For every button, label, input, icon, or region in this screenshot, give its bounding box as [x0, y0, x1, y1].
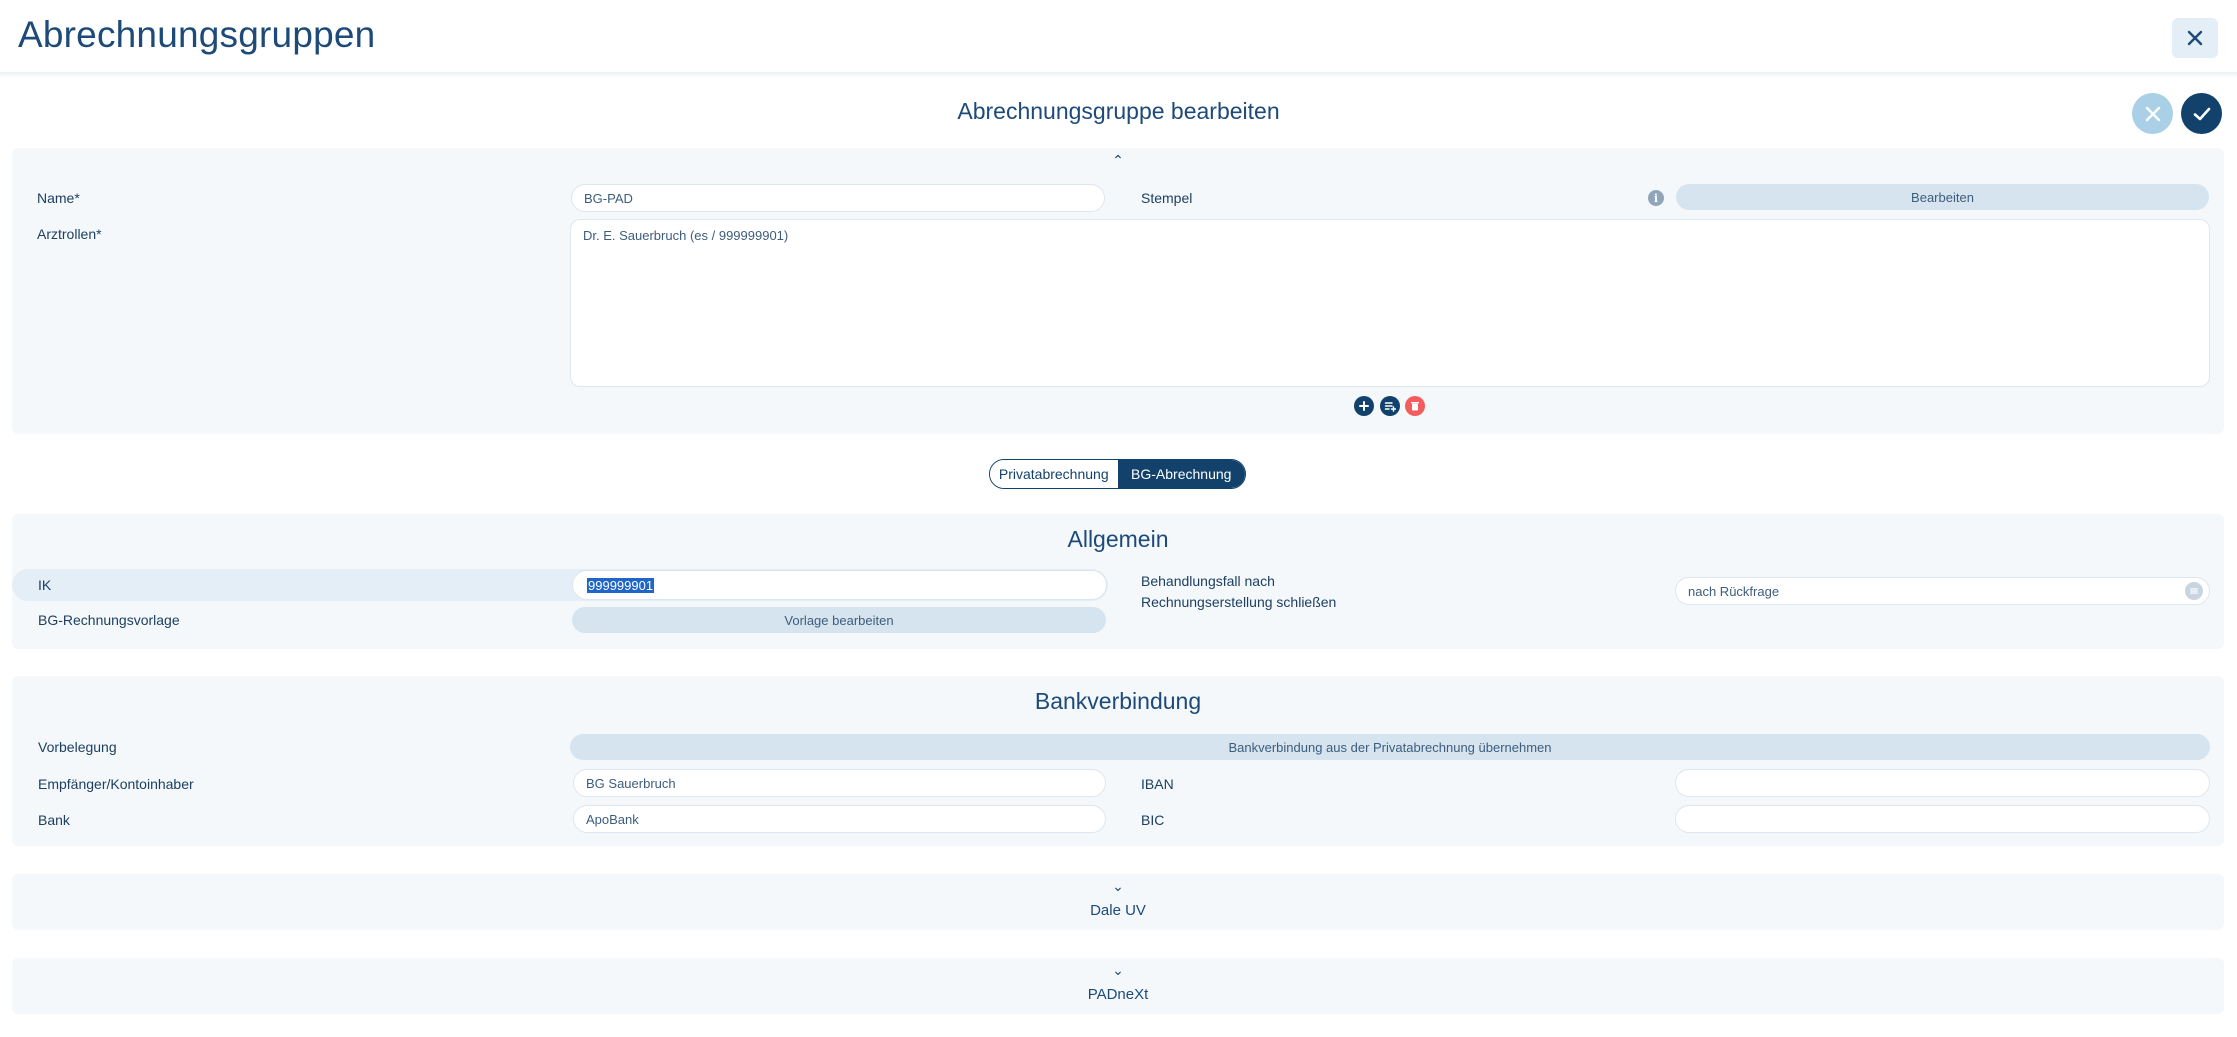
bank-label: Bank — [38, 812, 70, 828]
arztrollen-label: Arztrollen* — [37, 226, 102, 242]
copy-bank-details-button[interactable]: Bankverbindung aus der Privatabrechnung … — [570, 734, 2210, 760]
close-icon — [2187, 30, 2203, 46]
name-label: Name* — [37, 190, 80, 206]
empfaenger-value: BG Sauerbruch — [586, 775, 676, 791]
ik-field[interactable]: 999999901 — [573, 571, 1106, 599]
editor-title: Abrechnungsgruppe bearbeiten — [957, 98, 1280, 124]
collapse-section-chevron[interactable]: ⌃ — [12, 152, 2224, 169]
playlist-add-icon — [1384, 402, 1396, 412]
dale-uv-section[interactable]: ⌄ Dale UV — [12, 874, 2224, 930]
ik-value: 999999901 — [587, 577, 655, 593]
expand-chevron-icon[interactable]: ⌄ — [12, 878, 2224, 895]
allgemein-title: Allgemein — [1067, 526, 1169, 552]
padnext-section[interactable]: ⌄ PADneXt — [12, 958, 2224, 1014]
add-to-list-button[interactable] — [1380, 396, 1400, 416]
billing-type-toggle[interactable]: Privatabrechnung BG-Abrechnung — [989, 459, 1246, 489]
arztrolle-item[interactable]: Dr. E. Sauerbruch (es / 999999901) — [583, 228, 2197, 243]
dropdown-menu-icon[interactable] — [2185, 582, 2203, 600]
cancel-button[interactable] — [2132, 93, 2173, 134]
iban-field[interactable] — [1675, 769, 2210, 797]
padnext-title: PADneXt — [1087, 986, 1149, 1003]
name-value: BG-PAD — [584, 190, 633, 206]
cancel-icon — [2145, 106, 2160, 121]
dale-uv-title: Dale UV — [1090, 902, 1146, 919]
behandlungsfall-value: nach Rückfrage — [1688, 583, 1780, 599]
iban-label: IBAN — [1141, 776, 1174, 792]
name-field[interactable]: BG-PAD — [571, 184, 1105, 212]
add-arztrolle-button[interactable] — [1354, 396, 1374, 416]
empfaenger-label: Empfänger/Kontoinhaber — [38, 776, 194, 792]
empfaenger-field[interactable]: BG Sauerbruch — [573, 769, 1106, 797]
info-icon[interactable]: i — [1648, 190, 1664, 206]
delete-arztrolle-button[interactable] — [1405, 396, 1425, 416]
plus-icon — [1359, 401, 1369, 411]
save-button[interactable] — [2181, 93, 2222, 134]
arztrollen-list[interactable]: Dr. E. Sauerbruch (es / 999999901) — [570, 219, 2210, 387]
header-divider — [0, 72, 2237, 78]
toggle-option-privatabrechnung[interactable]: Privatabrechnung — [990, 460, 1118, 488]
vorbelegung-label: Vorbelegung — [38, 739, 117, 755]
trash-icon — [1411, 402, 1419, 411]
bank-value: ApoBank — [586, 811, 639, 827]
behandlungsfall-select[interactable]: nach Rückfrage — [1675, 577, 2210, 605]
stempel-label: Stempel — [1141, 190, 1193, 206]
page-title: Abrechnungsgruppen — [18, 14, 376, 55]
vorlage-edit-button[interactable]: Vorlage bearbeiten — [572, 607, 1106, 633]
bic-label: BIC — [1141, 812, 1165, 828]
behandlungsfall-label-line1: Behandlungsfall nach — [1141, 573, 1275, 589]
bank-field[interactable]: ApoBank — [573, 805, 1106, 833]
behandlungsfall-label-line2: Rechnungserstellung schließen — [1141, 594, 1337, 610]
checkmark-icon — [2193, 107, 2210, 120]
toggle-option-bg-abrechnung[interactable]: BG-Abrechnung — [1117, 460, 1245, 488]
bic-field[interactable] — [1675, 805, 2210, 833]
ik-label: IK — [38, 577, 52, 593]
bank-title: Bankverbindung — [1034, 688, 1202, 714]
vorlage-label: BG-Rechnungsvorlage — [38, 612, 180, 628]
close-window-button[interactable] — [2172, 18, 2218, 58]
expand-chevron-icon[interactable]: ⌄ — [12, 962, 2224, 979]
stempel-edit-button[interactable]: Bearbeiten — [1676, 184, 2209, 210]
